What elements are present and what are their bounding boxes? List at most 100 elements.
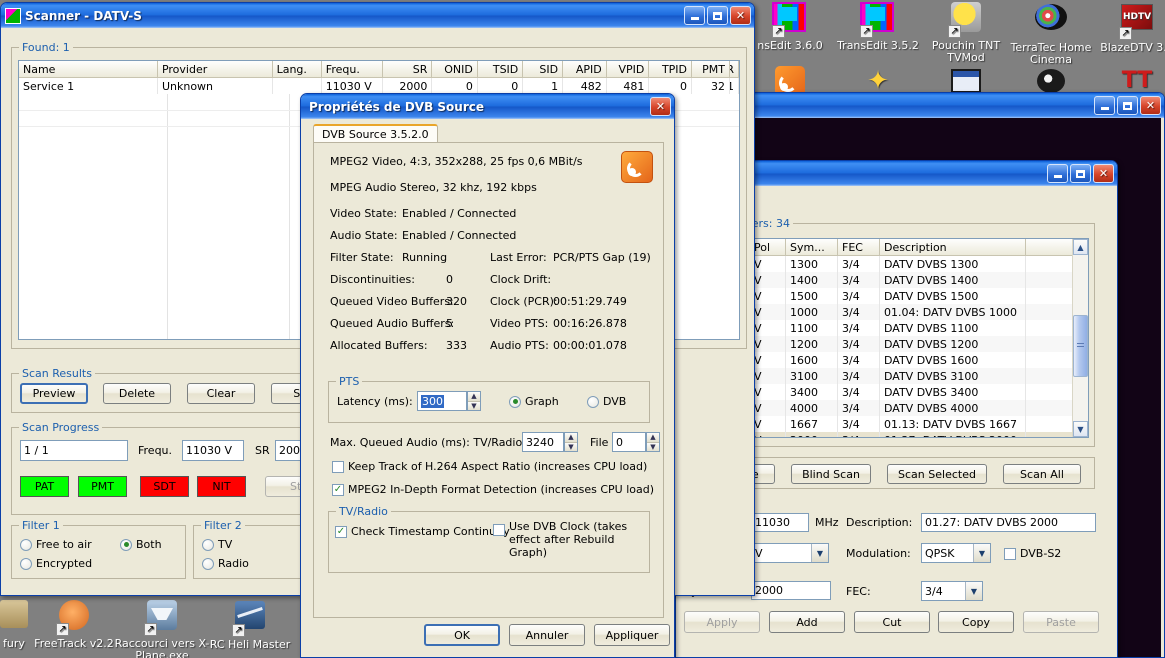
col-tsid[interactable]: TSID	[478, 61, 523, 77]
transponder-sym: 4000	[786, 400, 838, 416]
checkbox-box	[493, 524, 505, 536]
scan-all-button[interactable]: Scan All	[1003, 464, 1081, 484]
paste-button[interactable]: Paste	[1023, 611, 1099, 633]
transponder-maximize-button[interactable]	[1070, 164, 1091, 183]
filter2-tv-radio[interactable]: TV	[202, 538, 232, 551]
keep-track-h264-checkbox[interactable]: Keep Track of H.264 Aspect Ratio (increa…	[332, 460, 647, 473]
pts-graph-radio[interactable]: Graph	[509, 395, 559, 408]
copy-button[interactable]: Copy	[938, 611, 1014, 633]
mpeg2-indepth-checkbox[interactable]: ✓ MPEG2 In-Depth Format Detection (incre…	[332, 483, 654, 496]
transponder-desc: 01.13: DATV DVBS 1667	[880, 416, 1026, 432]
desktop-icon-blazedtv[interactable]: HDTV ↗ BlazeDTV 3.5	[1089, 2, 1165, 54]
cancel-button[interactable]: Annuler	[509, 624, 585, 646]
stepper-down-icon[interactable]: ▼	[565, 443, 577, 452]
tuner-maximize-button[interactable]	[1117, 96, 1138, 115]
checkbox-box: ✓	[332, 484, 344, 496]
add-button[interactable]: Add	[769, 611, 845, 633]
scanner-window-titlebar[interactable]: Scanner - DATV-S ✕	[1, 3, 754, 28]
desktop-icon-label: TransEdit 3.5.2	[830, 40, 926, 52]
transponders-scrollbar[interactable]: ▲ ▼	[1072, 239, 1088, 437]
frequ-field[interactable]: 11030 V	[182, 440, 244, 461]
apply-button[interactable]: Apply	[684, 611, 760, 633]
col-pol[interactable]: Pol	[750, 239, 786, 255]
dvb-dialog-close-button[interactable]: ✕	[650, 97, 671, 116]
filter2-radio-radio[interactable]: Radio	[202, 557, 249, 570]
col-pmt[interactable]: PMT	[692, 61, 730, 77]
filter1-both-radio[interactable]: Both	[120, 538, 162, 551]
scan-selected-button[interactable]: Scan Selected	[887, 464, 987, 484]
desktop-icon-freetrack[interactable]: ↗ FreeTrack v2.2	[26, 600, 122, 650]
desktop-icon-transedit360[interactable]: ↗ nsEdit 3.6.0	[742, 2, 838, 52]
transponder-desc: DATV DVBS 1200	[880, 336, 1026, 352]
pts-dvb-radio[interactable]: DVB	[587, 395, 626, 408]
col-name[interactable]: Name	[19, 61, 158, 77]
scrollbar-thumb[interactable]	[1073, 315, 1088, 377]
col-vpid[interactable]: VPID	[607, 61, 650, 77]
symbolrate-input[interactable]: 2000	[751, 581, 831, 600]
stepper-down-icon[interactable]: ▼	[468, 402, 480, 411]
desktop-icon-transedit352[interactable]: ↗ TransEdit 3.5.2	[830, 2, 926, 52]
latency-input[interactable]: 300	[417, 391, 467, 411]
filter1-free-to-air-radio[interactable]: Free to air	[20, 538, 92, 551]
col-fec[interactable]: FEC	[838, 239, 880, 255]
desktop-icon-xplane-shortcut[interactable]: ↗ Raccourci vers X-Plane.exe	[114, 600, 210, 658]
stepper-up-icon[interactable]: ▲	[647, 433, 659, 443]
scanner-maximize-button[interactable]	[707, 6, 728, 25]
stepper-up-icon[interactable]: ▲	[565, 433, 577, 443]
table-row[interactable]: Service 1Unknown11030 V20000014824810324…	[19, 78, 739, 94]
col-sr[interactable]: SR	[383, 61, 432, 77]
chevron-down-icon[interactable]: ▼	[811, 544, 828, 562]
blind-scan-button[interactable]: Blind Scan	[791, 464, 871, 484]
file-input[interactable]: 0	[612, 432, 646, 452]
scan-counter-field[interactable]: 1 / 1	[20, 440, 128, 461]
desktop-icon-pouchin-tnt-tvmod[interactable]: ↗ Pouchin TNT TVMod	[918, 2, 1014, 64]
scanner-minimize-button[interactable]	[684, 6, 705, 25]
chevron-down-icon[interactable]: ▼	[965, 582, 982, 600]
dvbs2-checkbox[interactable]: DVB-S2	[1004, 547, 1061, 560]
radio-label: DVB	[603, 395, 626, 408]
latency-stepper[interactable]: ▲ ▼	[467, 391, 481, 411]
delete-button[interactable]: Delete	[103, 383, 171, 404]
scroll-up-icon[interactable]: ▲	[1073, 239, 1088, 255]
description-input[interactable]: 01.27: DATV DVBS 2000	[921, 513, 1096, 532]
col-sid[interactable]: SID	[523, 61, 563, 77]
col-provider[interactable]: Provider	[158, 61, 273, 77]
col-frequ[interactable]: Frequ.	[322, 61, 383, 77]
modulation-select[interactable]: QPSK ▼	[921, 543, 991, 563]
file-stepper[interactable]: ▲ ▼	[646, 432, 660, 452]
scroll-down-icon[interactable]: ▼	[1073, 421, 1088, 437]
chevron-down-icon[interactable]: ▼	[973, 544, 990, 562]
use-dvb-clock-checkbox[interactable]: Use DVB Clock (takes effect after Rebuil…	[493, 520, 641, 559]
tuner-minimize-button[interactable]	[1094, 96, 1115, 115]
col-apid[interactable]: APID	[563, 61, 607, 77]
col-tpid[interactable]: TPID	[649, 61, 692, 77]
tuner-close-button[interactable]: ✕	[1140, 96, 1161, 115]
max-queued-audio-stepper[interactable]: ▲ ▼	[564, 432, 578, 452]
helicopter-icon: ↗	[232, 601, 268, 637]
polarisation-select[interactable]: V ▼	[751, 543, 829, 563]
col-description[interactable]: Description	[880, 239, 1026, 255]
scanner-close-button[interactable]: ✕	[730, 6, 751, 25]
stepper-down-icon[interactable]: ▼	[647, 443, 659, 452]
col-sym[interactable]: Sym...	[786, 239, 838, 255]
col-pcr[interactable]: PCR	[730, 61, 739, 77]
col-lang[interactable]: Lang.	[273, 61, 322, 77]
cut-button[interactable]: Cut	[854, 611, 930, 633]
stepper-up-icon[interactable]: ▲	[468, 392, 480, 402]
desktop-icon-terratec-home-cinema[interactable]: TerraTec Home Cinema	[1003, 2, 1099, 66]
filter1-encrypted-radio[interactable]: Encrypted	[20, 557, 92, 570]
clear-button[interactable]: Clear	[187, 383, 255, 404]
ok-button[interactable]: OK	[424, 624, 500, 646]
frequency-input[interactable]: 11030	[751, 513, 809, 532]
col-onid[interactable]: ONID	[432, 61, 477, 77]
fec-select[interactable]: 3/4 ▼	[921, 581, 983, 601]
transponder-close-button[interactable]: ✕	[1093, 164, 1114, 183]
dvb-dialog-titlebar[interactable]: Propriétés de DVB Source ✕	[301, 94, 674, 119]
apply-button[interactable]: Appliquer	[594, 624, 670, 646]
transponder-minimize-button[interactable]	[1047, 164, 1068, 183]
transponder-sym: 1500	[786, 288, 838, 304]
preview-button[interactable]: Preview	[20, 383, 88, 404]
check-timestamp-continuity-checkbox[interactable]: ✓ Check Timestamp Continuity	[335, 525, 510, 538]
max-queued-audio-input[interactable]: 3240	[522, 432, 564, 452]
tab-dvb-source[interactable]: DVB Source 3.5.2.0	[313, 124, 438, 143]
